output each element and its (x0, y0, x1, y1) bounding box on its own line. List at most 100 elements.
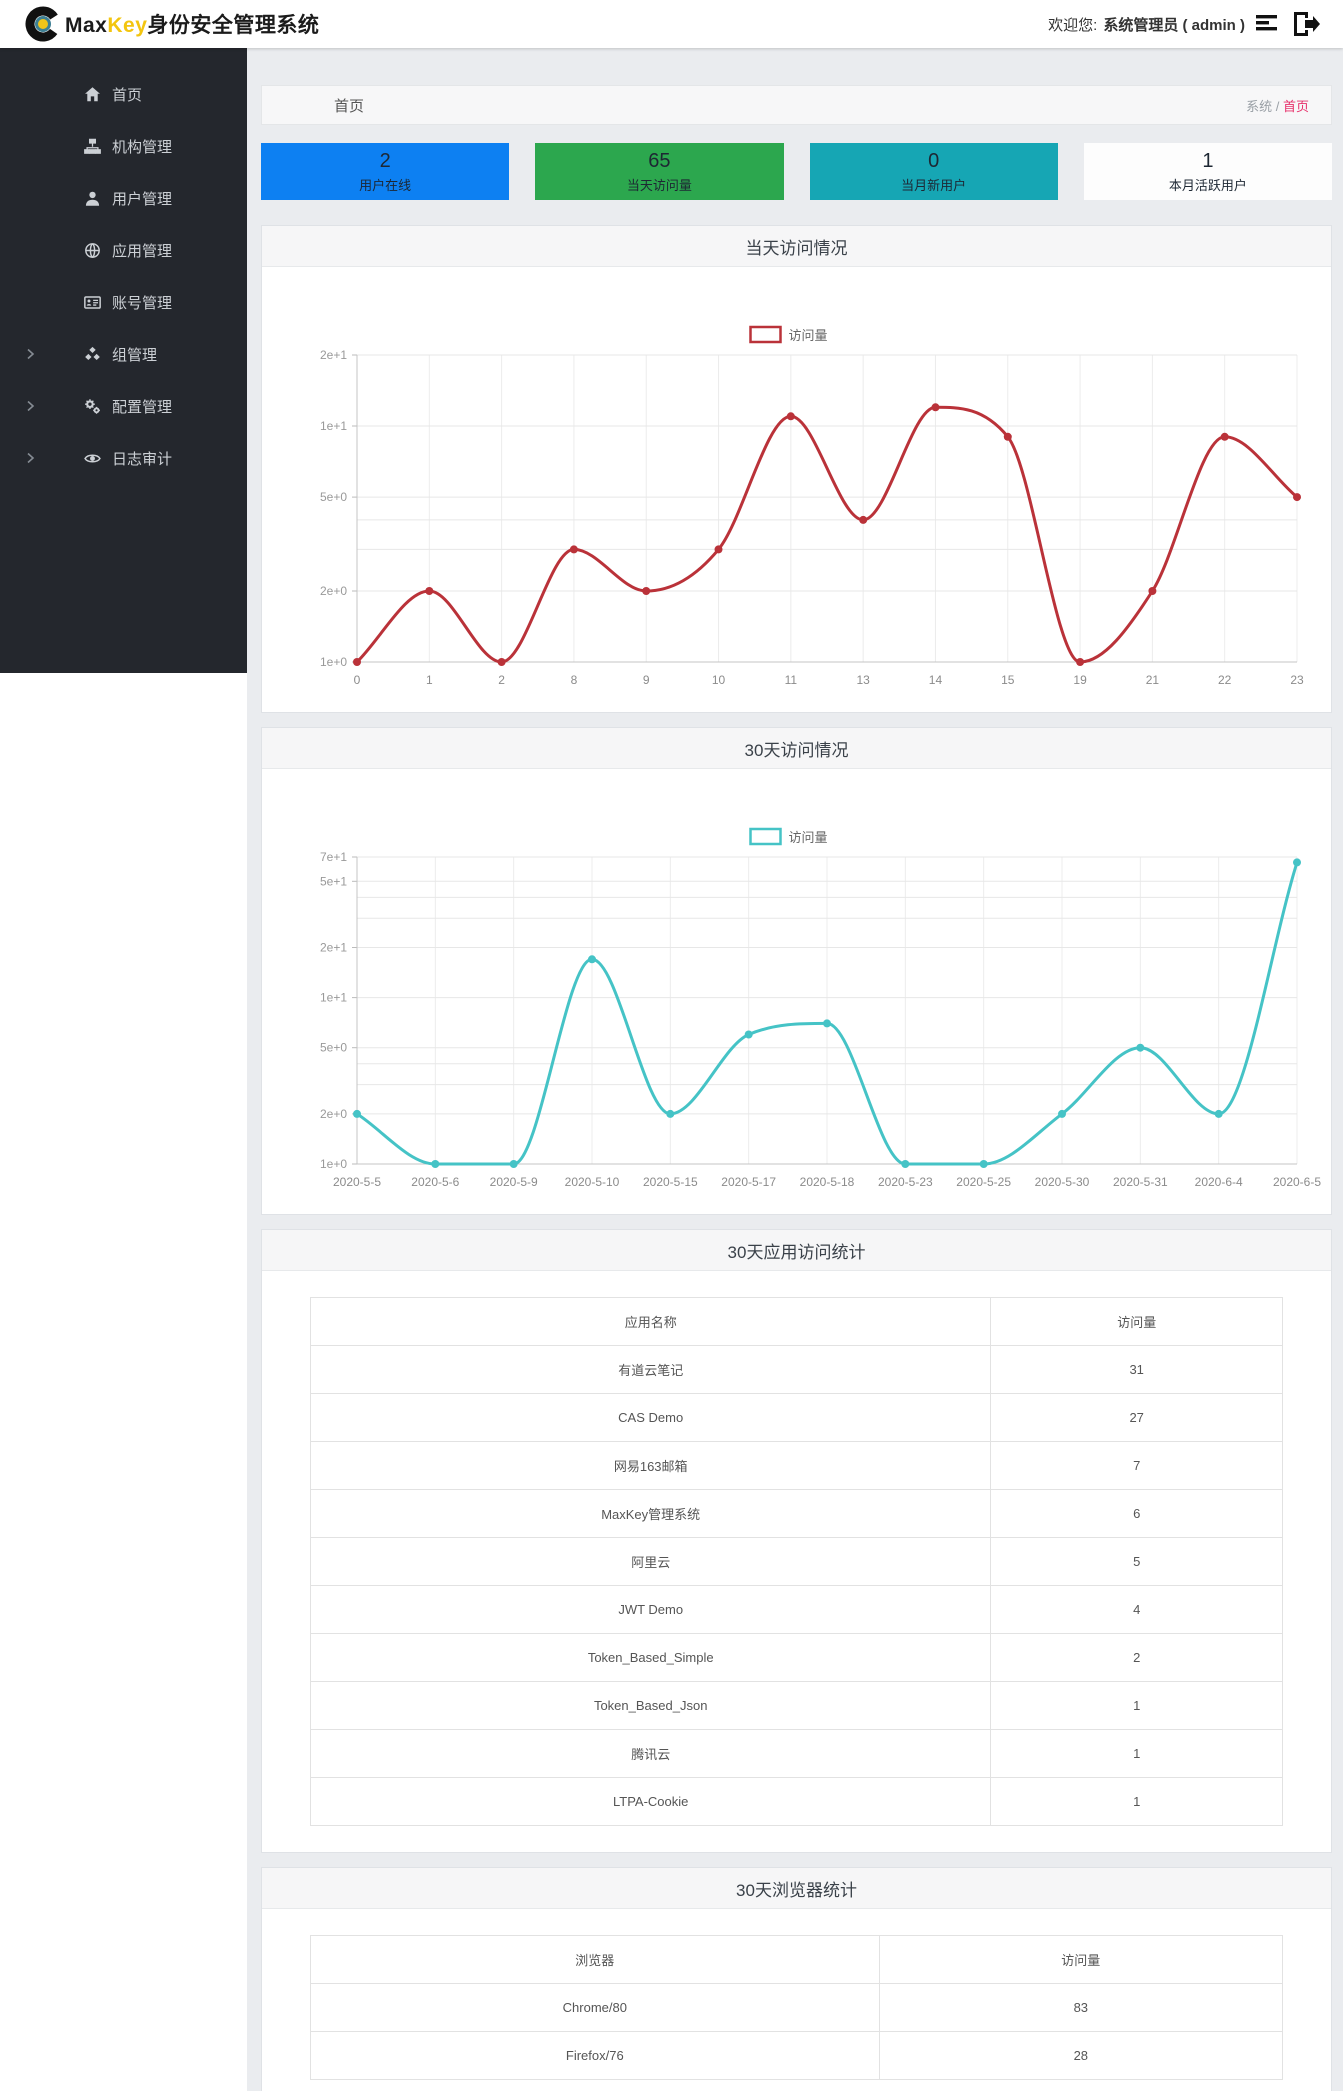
stat-label: 当月新用户 (901, 178, 967, 193)
app-visits-table: 应用名称 访问量 有道云笔记 31 CAS Demo 27 网易163邮箱 7 MaxKey管理… (309, 1297, 1283, 1826)
svg-text:2020-6-5: 2020-6-5 (1273, 1175, 1321, 1189)
panel-30day-browser-stats: 30天浏览器统计 浏览器 访问量 Chrome/80 83 Firefox/76 28 (261, 1867, 1332, 2091)
svg-text:访问量: 访问量 (789, 830, 828, 845)
panel-title: 30天浏览器统计 (262, 1868, 1331, 1909)
svg-text:2020-5-9: 2020-5-9 (490, 1175, 538, 1189)
stat-cards-row: 2 用户在线 65 当天访问量 0 当月新用户 1 本月活跃用户 (261, 143, 1332, 200)
chevron-right-icon (26, 348, 35, 360)
stat-card-today-visits[interactable]: 65 当天访问量 (535, 143, 784, 200)
table-cell: Token_Based_Json (309, 1681, 992, 1730)
table-header-cell: 访问量 (878, 1935, 1284, 1984)
table-cell: 网易163邮箱 (309, 1441, 992, 1490)
id-card-icon (84, 294, 101, 311)
breadcrumb-current[interactable]: 首页 (1283, 99, 1309, 114)
table-cell: Firefox/76 (310, 2031, 880, 2080)
svg-text:21: 21 (1146, 673, 1160, 687)
stat-card-month-active-users[interactable]: 1 本月活跃用户 (1083, 143, 1332, 200)
svg-text:2020-5-17: 2020-5-17 (721, 1175, 776, 1189)
table-row: 腾讯云 1 (309, 1729, 1283, 1778)
table-row: Firefox/76 28 (310, 2031, 1284, 2080)
sidebar-item-home[interactable]: 首页 (0, 68, 247, 120)
stat-card-users-online[interactable]: 2 用户在线 (261, 143, 510, 200)
table-cell: 2 (990, 1633, 1283, 1682)
brand: MaxKey身份安全管理系统 (25, 6, 319, 42)
app-title: MaxKey身份安全管理系统 (65, 14, 320, 37)
svg-text:访问量: 访问量 (789, 328, 828, 343)
eye-icon (84, 450, 101, 467)
table-cell: 31 (990, 1345, 1283, 1394)
svg-text:2020-5-5: 2020-5-5 (333, 1175, 381, 1189)
sidebar-item-config[interactable]: 配置管理 (0, 380, 247, 432)
maxkey-logo-icon (25, 6, 61, 42)
table-row: CAS Demo 27 (309, 1393, 1283, 1442)
page-title: 首页 (334, 97, 365, 115)
sidebar-item-org[interactable]: 机构管理 (0, 120, 247, 172)
table-cell: 1 (990, 1777, 1283, 1826)
home-icon (84, 86, 101, 103)
table-cell: 腾讯云 (309, 1729, 992, 1778)
table-cell: 27 (990, 1393, 1283, 1442)
breadcrumb: 系统 / 首页 (1246, 98, 1309, 114)
table-cell: 83 (878, 1983, 1284, 2032)
svg-text:14: 14 (929, 673, 943, 687)
svg-text:19: 19 (1073, 673, 1087, 687)
logout-icon[interactable] (1291, 11, 1321, 37)
table-header-row: 浏览器 访问量 (310, 1935, 1284, 1984)
table-cell: 5 (990, 1537, 1283, 1586)
sidebar-item-accounts[interactable]: 账号管理 (0, 276, 247, 328)
stat-card-month-new-users[interactable]: 0 当月新用户 (809, 143, 1058, 200)
svg-text:2020-5-15: 2020-5-15 (643, 1175, 698, 1189)
breadcrumb-root[interactable]: 系统 (1246, 99, 1272, 114)
sidebar-item-audit[interactable]: 日志审计 (0, 432, 247, 484)
svg-text:23: 23 (1290, 673, 1304, 687)
sidebar-item-label: 应用管理 (112, 242, 173, 260)
stat-label: 本月活跃用户 (1168, 178, 1247, 193)
svg-text:2e+0: 2e+0 (320, 1107, 347, 1121)
table-cell: LTPA-Cookie (309, 1777, 992, 1826)
sidebar-item-label: 用户管理 (112, 190, 173, 208)
svg-text:2: 2 (498, 673, 505, 687)
svg-text:2020-5-6: 2020-5-6 (411, 1175, 459, 1189)
svg-text:2e+1: 2e+1 (320, 941, 347, 955)
table-row: 网易163邮箱 7 (309, 1441, 1283, 1490)
table-cell: 阿里云 (309, 1537, 992, 1586)
svg-text:2e+0: 2e+0 (320, 584, 347, 598)
svg-text:1e+1: 1e+1 (320, 419, 347, 433)
table-cell: MaxKey管理系统 (309, 1489, 992, 1538)
table-cell: 有道云笔记 (309, 1345, 992, 1394)
stat-label: 当天访问量 (626, 178, 692, 193)
svg-text:9: 9 (643, 673, 650, 687)
menu-list-icon[interactable] (1255, 12, 1281, 36)
svg-text:0: 0 (354, 673, 361, 687)
stat-value: 1 (1202, 150, 1214, 172)
chevron-right-icon (26, 400, 35, 412)
sidebar-item-label: 组管理 (112, 346, 158, 364)
user-icon (84, 190, 101, 207)
sidebar-item-label: 机构管理 (112, 138, 173, 156)
globe-icon (84, 242, 101, 259)
table-cell: CAS Demo (309, 1393, 992, 1442)
current-user: 系统管理员 ( admin ) (1103, 16, 1245, 34)
table-header-row: 应用名称 访问量 (309, 1297, 1283, 1346)
svg-text:2020-5-18: 2020-5-18 (800, 1175, 855, 1189)
svg-text:13: 13 (856, 673, 870, 687)
table-row: LTPA-Cookie 1 (309, 1777, 1283, 1826)
svg-text:2020-6-4: 2020-6-4 (1195, 1175, 1243, 1189)
sidebar-item-users[interactable]: 用户管理 (0, 172, 247, 224)
sitemap-icon (84, 138, 101, 155)
sidebar-item-label: 配置管理 (112, 398, 173, 416)
svg-text:15: 15 (1001, 673, 1015, 687)
sidebar-item-groups[interactable]: 组管理 (0, 328, 247, 380)
svg-text:2020-5-30: 2020-5-30 (1035, 1175, 1090, 1189)
sidebar-item-apps[interactable]: 应用管理 (0, 224, 247, 276)
svg-text:5e+0: 5e+0 (320, 1041, 347, 1055)
table-row: JWT Demo 4 (309, 1585, 1283, 1634)
chevron-right-icon (26, 452, 35, 464)
breadcrumb-bar: 首页 系统 / 首页 (261, 85, 1332, 125)
sidebar-nav: 首页 机构管理 用户管理 应用管理 账号管理 组管理 配置管理 日志审计 (0, 48, 247, 673)
table-header-cell: 浏览器 (310, 1935, 880, 1984)
svg-text:8: 8 (571, 673, 578, 687)
gears-icon (84, 398, 101, 415)
table-row: Token_Based_Simple 2 (309, 1633, 1283, 1682)
table-row: 阿里云 5 (309, 1537, 1283, 1586)
